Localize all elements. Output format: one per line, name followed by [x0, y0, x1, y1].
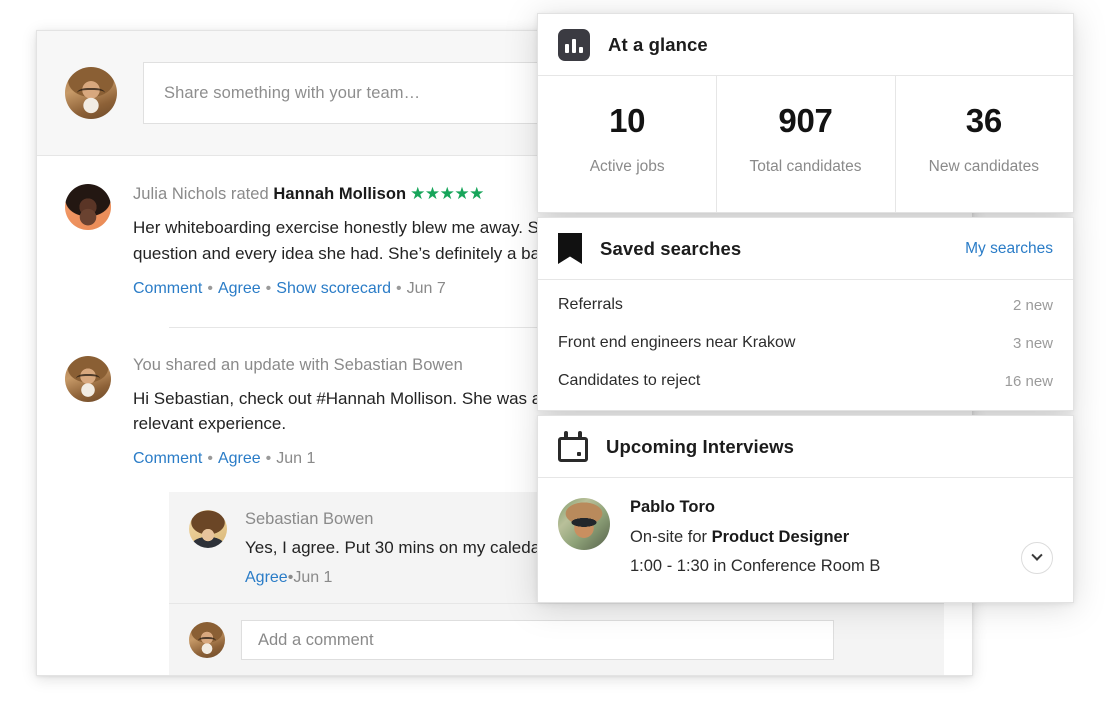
post-date: Jun 7	[407, 280, 446, 297]
stat-new-candidates[interactable]: 36 New candidates	[895, 76, 1073, 212]
avatar	[65, 67, 117, 119]
post-subject[interactable]: Hannah Mollison	[273, 185, 406, 203]
reply-date: Jun 1	[293, 569, 332, 586]
upcoming-interviews-card: Upcoming Interviews Pablo Toro On-site f…	[537, 415, 1074, 603]
comment-link[interactable]: Comment	[133, 280, 202, 297]
saved-search-count: 2 new	[1013, 297, 1053, 314]
interview-candidate-name[interactable]: Pablo Toro	[630, 498, 1021, 517]
stat-label: New candidates	[895, 158, 1073, 176]
bar-chart-icon	[558, 29, 590, 61]
comment-link[interactable]: Comment	[133, 450, 202, 467]
avatar	[558, 498, 610, 550]
agree-link[interactable]: Agree	[218, 280, 261, 297]
post-actor: Julia Nichols rated	[133, 185, 273, 203]
saved-searches-header: Saved searches My searches	[538, 218, 1073, 280]
stat-active-jobs[interactable]: 10 Active jobs	[538, 76, 716, 212]
saved-search-name: Candidates to reject	[558, 372, 1005, 390]
interview-time: 1:00 - 1:30 in Conference Room B	[630, 557, 1021, 576]
add-comment-bar: Add a comment	[169, 603, 944, 676]
saved-search-count: 16 new	[1005, 373, 1053, 390]
separator-dot: •	[266, 450, 272, 467]
avatar	[65, 184, 111, 230]
agree-link[interactable]: Agree	[245, 569, 288, 586]
share-input-placeholder: Share something with your team…	[164, 84, 420, 103]
rating-stars: ★★★★★	[410, 184, 484, 203]
interview-type: On-site for Product Designer	[630, 528, 1021, 547]
avatar	[65, 356, 111, 402]
upcoming-interviews-title: Upcoming Interviews	[606, 436, 794, 458]
calendar-icon	[558, 431, 588, 462]
summary-panel: At a glance 10 Active jobs 907 Total can…	[537, 13, 1074, 603]
avatar	[189, 510, 227, 548]
separator-dot: •	[207, 450, 213, 467]
interview-type-label: On-site for	[630, 528, 712, 546]
saved-search-name: Front end engineers near Krakow	[558, 334, 1013, 352]
post-date: Jun 1	[276, 450, 315, 467]
saved-searches-title: Saved searches	[600, 238, 741, 260]
stats-row: 10 Active jobs 907 Total candidates 36 N…	[538, 76, 1073, 212]
interview-role-name: Product Designer	[712, 528, 850, 546]
saved-search-name: Referrals	[558, 296, 1013, 314]
stat-label: Total candidates	[716, 158, 894, 176]
show-scorecard-link[interactable]: Show scorecard	[276, 280, 391, 297]
add-comment-input[interactable]: Add a comment	[241, 620, 834, 660]
saved-search-count: 3 new	[1013, 335, 1053, 352]
stat-value: 10	[538, 104, 716, 137]
add-comment-placeholder: Add a comment	[258, 631, 374, 650]
post-actor: You shared an update with Sebastian Bowe…	[133, 356, 463, 374]
stat-total-candidates[interactable]: 907 Total candidates	[716, 76, 894, 212]
chevron-down-icon[interactable]	[1021, 542, 1053, 574]
stat-value: 907	[716, 104, 894, 137]
saved-search-row[interactable]: Candidates to reject 16 new	[538, 362, 1073, 400]
saved-searches-list: Referrals 2 new Front end engineers near…	[538, 280, 1073, 410]
saved-search-row[interactable]: Front end engineers near Krakow 3 new	[538, 324, 1073, 362]
saved-search-row[interactable]: Referrals 2 new	[538, 286, 1073, 324]
at-a-glance-header: At a glance	[538, 14, 1073, 76]
separator-dot: •	[396, 280, 402, 297]
at-a-glance-card: At a glance 10 Active jobs 907 Total can…	[537, 13, 1074, 213]
at-a-glance-title: At a glance	[608, 34, 708, 56]
screen: Share something with your team… Julia Ni…	[0, 0, 1116, 715]
stat-value: 36	[895, 104, 1073, 137]
separator-dot: •	[207, 280, 213, 297]
stat-label: Active jobs	[538, 158, 716, 176]
interview-row[interactable]: Pablo Toro On-site for Product Designer …	[538, 478, 1073, 602]
avatar	[189, 622, 225, 658]
separator-dot: •	[266, 280, 272, 297]
agree-link[interactable]: Agree	[218, 450, 261, 467]
saved-searches-card: Saved searches My searches Referrals 2 n…	[537, 217, 1074, 411]
upcoming-interviews-header: Upcoming Interviews	[538, 416, 1073, 478]
bookmark-icon	[558, 233, 582, 264]
my-searches-link[interactable]: My searches	[965, 240, 1053, 258]
